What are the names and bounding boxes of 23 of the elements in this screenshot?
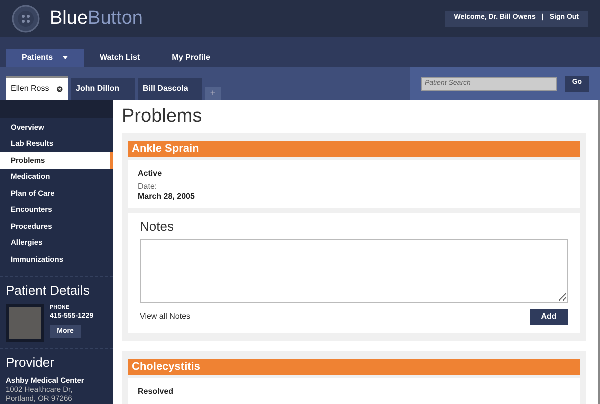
brand-logo: BlueButton xyxy=(50,9,143,28)
patient-photo-placeholder xyxy=(6,304,44,342)
date-value: March 28, 2005 xyxy=(138,192,196,202)
patient-tab[interactable]: Bill Dascola xyxy=(138,78,202,100)
provider-title: Provider xyxy=(6,354,56,370)
patient-tab[interactable]: Ellen Ross xyxy=(6,76,68,100)
close-icon[interactable] xyxy=(57,86,63,92)
problem-status: Resolved xyxy=(138,386,175,398)
notes-title: Notes xyxy=(140,219,175,235)
page-title: Problems xyxy=(122,106,204,128)
patient-details-title: Patient Details xyxy=(6,282,91,298)
view-all-notes-link[interactable]: View all Notes xyxy=(140,311,191,323)
problem-status: Active xyxy=(138,168,164,180)
button-logo-icon xyxy=(12,4,40,32)
problem-header: Ankle Sprain xyxy=(128,141,580,157)
problem-header: Cholecystitis xyxy=(128,359,580,375)
patient-tab[interactable]: John Dillon xyxy=(71,78,135,100)
date-label: Date: xyxy=(138,182,158,192)
notes-field[interactable] xyxy=(140,239,568,303)
nav-tab[interactable]: Patients xyxy=(6,49,84,67)
add-button[interactable]: Add xyxy=(530,309,568,325)
nav-tab[interactable]: Watch List xyxy=(84,49,156,67)
nav-tab[interactable]: My Profile xyxy=(156,49,226,67)
